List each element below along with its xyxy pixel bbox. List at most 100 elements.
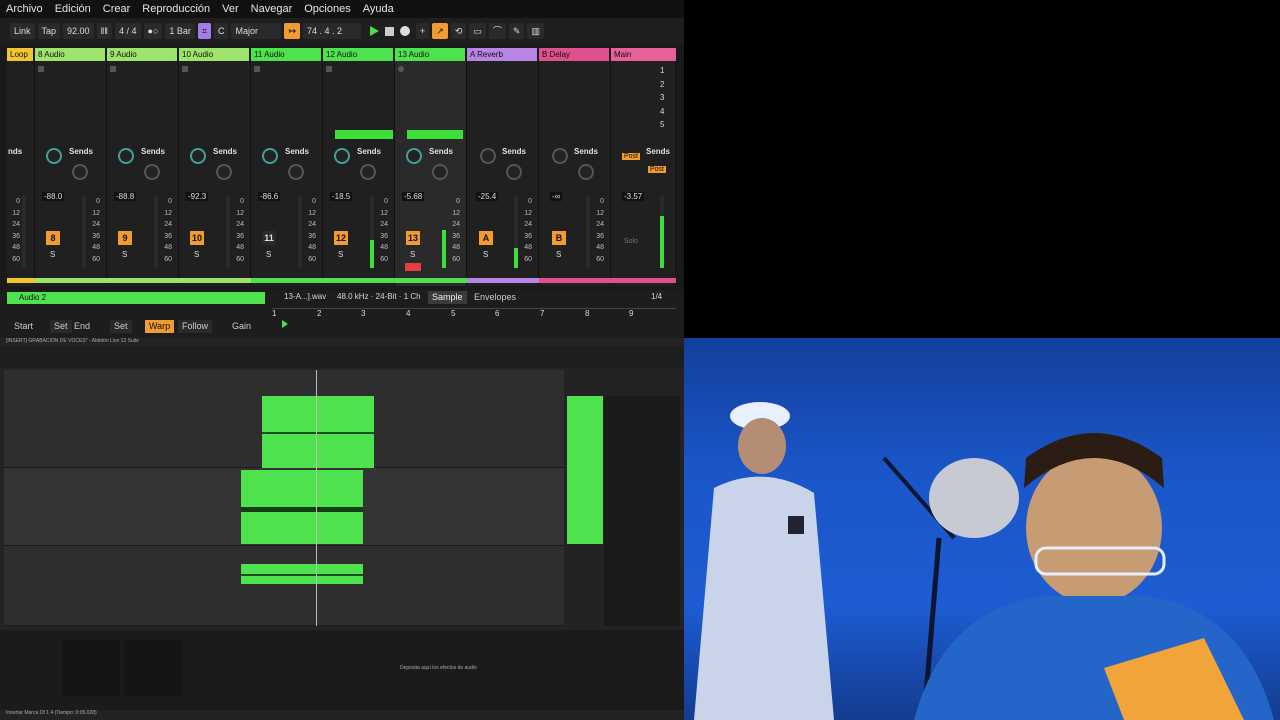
menu-ayuda[interactable]: Ayuda	[357, 0, 400, 18]
track-activator-button[interactable]: 13	[406, 231, 420, 245]
track-header-loop[interactable]: Loop	[7, 48, 33, 61]
playing-clip-12[interactable]	[335, 130, 393, 139]
page-indicator[interactable]: 1/4	[651, 292, 662, 301]
scale-toggle-icon[interactable]: ⌗	[197, 23, 211, 39]
clip-slot-stop-icon[interactable]	[38, 66, 44, 72]
scene-number[interactable]: 4	[660, 105, 664, 119]
arm-record-button[interactable]	[405, 263, 421, 271]
audio-clip[interactable]	[262, 396, 374, 468]
send-b-knob[interactable]	[578, 164, 594, 180]
volume-readout[interactable]: -∞	[550, 192, 563, 201]
tab-sample[interactable]: Sample	[428, 291, 467, 304]
tempo-field[interactable]: 92.00	[63, 23, 94, 39]
send-b-knob[interactable]	[144, 164, 160, 180]
post-button[interactable]: Post	[648, 166, 667, 173]
send-a-knob[interactable]	[334, 148, 350, 164]
track-activator-button[interactable]: 11	[262, 231, 276, 245]
send-a-knob[interactable]	[46, 148, 62, 164]
post-button[interactable]: Post	[622, 153, 641, 160]
track-header-13-audio[interactable]: 13 Audio	[395, 48, 465, 61]
clip-slot-stop-icon[interactable]	[182, 66, 188, 72]
track-activator-button[interactable]: 8	[46, 231, 60, 245]
overdub-icon[interactable]: +	[416, 23, 430, 39]
clip-slot-record-icon[interactable]	[398, 66, 404, 72]
set-end-button[interactable]: Set	[110, 320, 132, 333]
send-b-knob[interactable]	[360, 164, 376, 180]
metronome-icon[interactable]: ‖‖	[96, 23, 112, 39]
punch-icon[interactable]: ⌒	[488, 23, 506, 39]
solo-button[interactable]: S	[194, 250, 199, 259]
solo-button[interactable]: S	[122, 250, 127, 259]
track-activator-button[interactable]: B	[552, 231, 566, 245]
tab-envelopes[interactable]: Envelopes	[470, 291, 520, 304]
capture-icon[interactable]: ⟲	[450, 23, 467, 39]
send-a-knob[interactable]	[480, 148, 496, 164]
scene-number[interactable]: 5	[660, 118, 664, 132]
solo-button[interactable]: S	[410, 250, 415, 259]
send-b-knob[interactable]	[72, 164, 88, 180]
loop-switch-icon[interactable]: ▭	[469, 23, 486, 39]
track-header-9-audio[interactable]: 9 Audio	[107, 48, 177, 61]
scale-select[interactable]: Major	[231, 23, 282, 39]
record-count-icon[interactable]: ●○	[143, 23, 163, 39]
menu-opciones[interactable]: Opciones	[298, 0, 356, 18]
volume-readout[interactable]: -18.5	[330, 192, 353, 201]
send-a-knob[interactable]	[552, 148, 568, 164]
menu-reproduccion[interactable]: Reproducción	[136, 0, 216, 18]
send-b-knob[interactable]	[288, 164, 304, 180]
send-b-knob[interactable]	[506, 164, 522, 180]
solo-button[interactable]: S	[483, 250, 488, 259]
track-activator-button[interactable]: 10	[190, 231, 204, 245]
audio-clip[interactable]	[241, 470, 363, 544]
volume-readout[interactable]: -88.8	[114, 192, 137, 201]
send-b-knob[interactable]	[216, 164, 232, 180]
play-button-icon[interactable]	[370, 26, 380, 36]
solo-button[interactable]: S	[556, 250, 561, 259]
send-b-knob[interactable]	[432, 164, 448, 180]
menu-navegar[interactable]: Navegar	[245, 0, 299, 18]
arrangement-follow-icon[interactable]: ↦	[284, 23, 301, 39]
clip-slot-stop-icon[interactable]	[326, 66, 332, 72]
track-header-10-audio[interactable]: 10 Audio	[179, 48, 249, 61]
menu-archivo[interactable]: Archivo	[0, 0, 49, 18]
audio-clip[interactable]	[241, 564, 363, 584]
solo-button[interactable]: S	[50, 250, 55, 259]
key-select[interactable]: C	[213, 23, 229, 39]
track-header-b-delay[interactable]: B Delay	[539, 48, 609, 61]
set-start-button[interactable]: Set	[50, 320, 72, 333]
menu-crear[interactable]: Crear	[97, 0, 137, 18]
volume-readout[interactable]: -25.4	[476, 192, 499, 201]
send-a-knob[interactable]	[262, 148, 278, 164]
song-position-field[interactable]: 74 . 4 . 2	[303, 23, 362, 39]
time-signature-field[interactable]: 4 / 4	[115, 23, 141, 39]
scene-number[interactable]: 2	[660, 78, 664, 92]
volume-readout[interactable]: -3.57	[622, 192, 645, 201]
clip-slot-stop-icon[interactable]	[254, 66, 260, 72]
menu-edicion[interactable]: Edición	[49, 0, 97, 18]
send-a-knob[interactable]	[190, 148, 206, 164]
clip-name[interactable]: Audio 2	[7, 292, 265, 304]
record-button-icon[interactable]	[400, 26, 411, 36]
send-a-knob[interactable]	[118, 148, 134, 164]
warp-button[interactable]: Warp	[145, 320, 175, 333]
clip-slot-stop-icon[interactable]	[110, 66, 116, 72]
volume-readout[interactable]: -88.0	[42, 192, 65, 201]
tap-tempo-button[interactable]: Tap	[37, 23, 61, 39]
track-activator-button[interactable]: 12	[334, 231, 348, 245]
volume-readout[interactable]: -5.68	[402, 192, 425, 201]
track-header-12-audio[interactable]: 12 Audio	[323, 48, 393, 61]
automation-arm-icon[interactable]: ↗	[432, 23, 448, 39]
track-header-a-reverb[interactable]: A Reverb	[467, 48, 537, 61]
solo-label[interactable]: Solo	[624, 238, 638, 245]
playhead[interactable]	[316, 370, 317, 626]
track-header-8-audio[interactable]: 8 Audio	[35, 48, 105, 61]
stop-button-icon[interactable]	[385, 26, 395, 36]
scene-number[interactable]: 1	[660, 64, 664, 78]
volume-readout[interactable]: -86.6	[258, 192, 281, 201]
track-header-11-audio[interactable]: 11 Audio	[251, 48, 321, 61]
solo-button[interactable]: S	[338, 250, 343, 259]
track-activator-button[interactable]: A	[479, 231, 493, 245]
quantize-menu[interactable]: 1 Bar	[165, 23, 195, 39]
start-marker-icon[interactable]	[282, 320, 288, 328]
playing-clip-13[interactable]	[407, 130, 463, 139]
